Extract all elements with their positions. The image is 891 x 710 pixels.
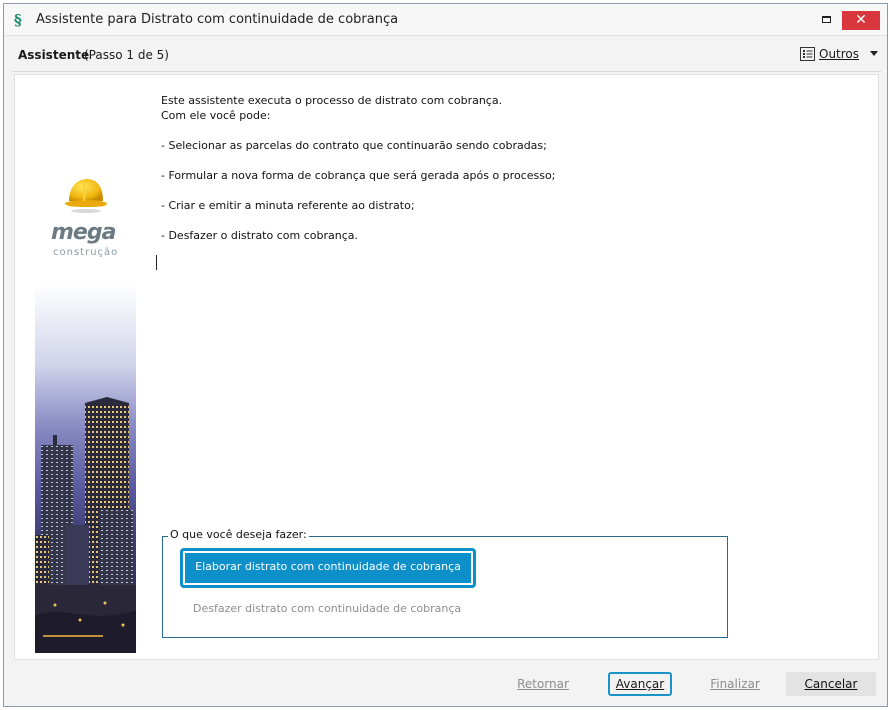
elaborar-distrato-label: Elaborar distrato com continuidade de co…	[185, 553, 471, 583]
caret-down-icon	[870, 51, 879, 56]
footer-bar: Retornar Avançar Finalizar Cancelar	[12, 664, 881, 704]
cancelar-label: Cancelar	[804, 677, 858, 691]
maximize-button[interactable]	[816, 11, 838, 29]
title-bar: § Assistente para Distrato com continuid…	[4, 4, 887, 36]
outros-menu[interactable]: Outros	[800, 44, 879, 64]
app-logo-icon: §	[14, 11, 22, 29]
intro-item: - Desfazer o distrato com cobrança.	[161, 229, 358, 242]
maximize-icon	[822, 16, 831, 23]
desfazer-distrato-button[interactable]: Desfazer distrato com continuidade de co…	[193, 602, 461, 615]
close-button[interactable]: ✕	[842, 11, 880, 30]
intro-line: Com ele você pode:	[161, 109, 271, 122]
retornar-label: Retornar	[517, 677, 569, 691]
city-skyline-image	[35, 285, 136, 653]
intro-item: - Formular a nova forma de cobrança que …	[161, 169, 556, 182]
intro-item: - Criar e emitir a minuta referente ao d…	[161, 199, 415, 212]
hard-hat-icon	[65, 179, 107, 213]
elaborar-distrato-button[interactable]: Elaborar distrato com continuidade de co…	[180, 548, 476, 588]
text-caret	[156, 255, 157, 270]
wizard-window: § Assistente para Distrato com continuid…	[3, 3, 888, 707]
avancar-button[interactable]: Avançar	[608, 672, 672, 696]
sidebar-banner: mega construção	[35, 75, 136, 653]
cancelar-button[interactable]: Cancelar	[786, 672, 876, 696]
step-counter: (Passo 1 de 5)	[84, 48, 169, 62]
content-panel: mega construção Este assistente executa …	[14, 74, 879, 660]
avancar-label: Avançar	[615, 677, 665, 691]
intro-item: - Selecionar as parcelas do contrato que…	[161, 139, 547, 152]
intro-line: Este assistente executa o processo de di…	[161, 94, 503, 107]
intro-text: Este assistente executa o processo de di…	[161, 93, 555, 243]
brand-logo-subtext: construção	[53, 247, 119, 258]
finalizar-button[interactable]: Finalizar	[702, 672, 768, 696]
outros-label: Outros	[819, 47, 860, 61]
window-title: Assistente para Distrato com continuidad…	[36, 12, 399, 27]
list-icon	[800, 47, 815, 61]
retornar-button[interactable]: Retornar	[509, 672, 577, 696]
close-icon: ✕	[855, 12, 867, 28]
options-legend: O que você deseja fazer:	[168, 528, 309, 541]
step-bar: Assistente (Passo 1 de 5) Outros	[12, 40, 881, 72]
finalizar-label: Finalizar	[710, 677, 760, 691]
step-label: Assistente	[18, 48, 90, 62]
brand-logo-text: mega	[51, 220, 116, 245]
options-group: O que você deseja fazer: Elaborar distra…	[162, 528, 728, 638]
